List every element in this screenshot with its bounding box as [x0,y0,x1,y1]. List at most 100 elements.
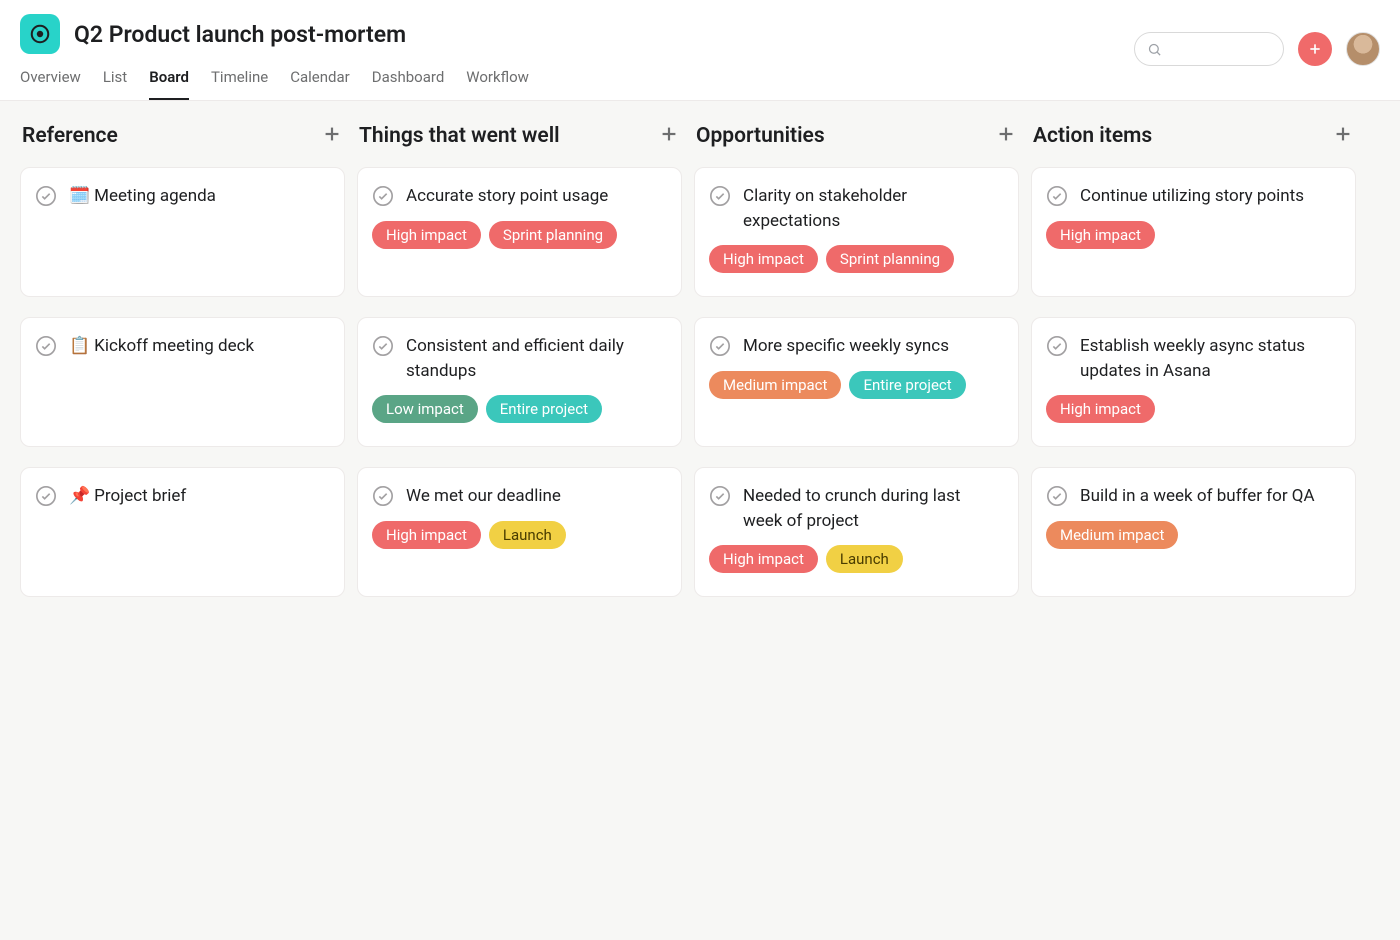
complete-checkbox[interactable] [1046,335,1068,357]
tab-calendar[interactable]: Calendar [290,68,350,100]
complete-checkbox[interactable] [1046,485,1068,507]
plus-icon [658,123,680,145]
task-card[interactable]: 📌Project brief [20,467,345,597]
tag[interactable]: Launch [826,545,903,573]
check-circle-icon [35,335,57,357]
card-row: 🗓️Meeting agenda [35,184,328,209]
tag[interactable]: Low impact [372,395,478,423]
tags: High impact [1046,221,1339,249]
card-row: We met our deadline [372,484,665,509]
cards-container: 🗓️Meeting agenda 📋Kickoff meeting deck 📌Pr… [20,167,345,597]
card-emoji: 🗓️ [69,186,90,206]
tag[interactable]: Launch [489,521,566,549]
tag[interactable]: Sprint planning [489,221,617,249]
task-card[interactable]: Consistent and efficient daily standups L… [357,317,682,447]
card-title: Needed to crunch during last week of pro… [743,484,1002,533]
complete-checkbox[interactable] [709,185,731,207]
column-header: Action items [1031,123,1356,149]
column-add-button[interactable] [1332,123,1354,149]
tab-dashboard[interactable]: Dashboard [372,68,445,100]
avatar[interactable] [1346,32,1380,66]
tab-list[interactable]: List [103,68,127,100]
complete-checkbox[interactable] [372,485,394,507]
check-circle-icon [372,485,394,507]
tags: Medium impact [1046,521,1339,549]
card-title: 📋Kickoff meeting deck [69,334,254,359]
global-add-button[interactable] [1298,32,1332,66]
tab-workflow[interactable]: Workflow [466,68,529,100]
column-add-button[interactable] [658,123,680,149]
complete-checkbox[interactable] [709,485,731,507]
board: Reference🗓️Meeting agenda📋Kickoff meetin… [0,101,1400,940]
tag[interactable]: Medium impact [1046,521,1178,549]
plus-icon [995,123,1017,145]
cards-container: Accurate story point usage High impact Spr… [357,167,682,597]
task-card[interactable]: 🗓️Meeting agenda [20,167,345,297]
complete-checkbox[interactable] [709,335,731,357]
tab-board[interactable]: Board [149,68,189,100]
tags: High impact Launch [709,545,1002,573]
task-card[interactable]: More specific weekly syncs Medium impact E… [694,317,1019,447]
tag[interactable]: High impact [372,221,481,249]
tag[interactable]: High impact [1046,221,1155,249]
tags: Low impact Entire project [372,395,665,423]
header: Q2 Product launch post-mortem OverviewLi… [0,0,1400,100]
header-right [1134,14,1380,66]
complete-checkbox[interactable] [1046,185,1068,207]
card-title: Establish weekly async status updates in… [1080,334,1339,383]
search-icon [1147,42,1162,57]
card-row: Build in a week of buffer for QA [1046,484,1339,509]
column-add-button[interactable] [321,123,343,149]
card-row: Accurate story point usage [372,184,665,209]
check-circle-icon [35,485,57,507]
tags: High impact Sprint planning [709,245,1002,273]
card-title: We met our deadline [406,484,561,509]
tag[interactable]: Entire project [849,371,965,399]
tab-timeline[interactable]: Timeline [211,68,268,100]
column-title: Things that went well [359,124,560,148]
header-left: Q2 Product launch post-mortem OverviewLi… [20,14,529,100]
tag[interactable]: Entire project [486,395,602,423]
tag[interactable]: High impact [1046,395,1155,423]
tags: High impact [1046,395,1339,423]
task-card[interactable]: Continue utilizing story pointsHigh impa… [1031,167,1356,297]
complete-checkbox[interactable] [35,185,57,207]
check-circle-icon [709,485,731,507]
card-title: Accurate story point usage [406,184,608,209]
complete-checkbox[interactable] [35,335,57,357]
column-title: Action items [1033,124,1152,148]
tag[interactable]: High impact [372,521,481,549]
target-icon [29,23,51,45]
tag[interactable]: Medium impact [709,371,841,399]
complete-checkbox[interactable] [372,185,394,207]
task-card[interactable]: Accurate story point usage High impact Spr… [357,167,682,297]
search-input[interactable] [1134,32,1284,66]
task-card[interactable]: Clarity on stakeholder expectations High … [694,167,1019,297]
tab-overview[interactable]: Overview [20,68,81,100]
card-row: Needed to crunch during last week of pro… [709,484,1002,533]
complete-checkbox[interactable] [35,485,57,507]
check-circle-icon [372,335,394,357]
card-title: Clarity on stakeholder expectations [743,184,1002,233]
tag[interactable]: Sprint planning [826,245,954,273]
task-card[interactable]: Build in a week of buffer for QA Medium i… [1031,467,1356,597]
column-add-button[interactable] [995,123,1017,149]
task-card[interactable]: Needed to crunch during last week of pro… [694,467,1019,597]
column-reference: Reference🗓️Meeting agenda📋Kickoff meetin… [20,123,345,918]
card-title: More specific weekly syncs [743,334,949,359]
check-circle-icon [709,335,731,357]
card-row: Consistent and efficient daily standups [372,334,665,383]
column-title: Opportunities [696,124,825,148]
card-title: Build in a week of buffer for QA [1080,484,1315,509]
column-header: Things that went well [357,123,682,149]
check-circle-icon [1046,335,1068,357]
task-card[interactable]: Establish weekly async status updates in… [1031,317,1356,447]
task-card[interactable]: We met our deadline High impact Launch [357,467,682,597]
cards-container: Continue utilizing story pointsHigh impa… [1031,167,1356,597]
complete-checkbox[interactable] [372,335,394,357]
project-icon[interactable] [20,14,60,54]
tag[interactable]: High impact [709,245,818,273]
tag[interactable]: High impact [709,545,818,573]
tabs: Overview List Board Timeline Calendar Dashboa… [20,68,529,100]
task-card[interactable]: 📋Kickoff meeting deck [20,317,345,447]
